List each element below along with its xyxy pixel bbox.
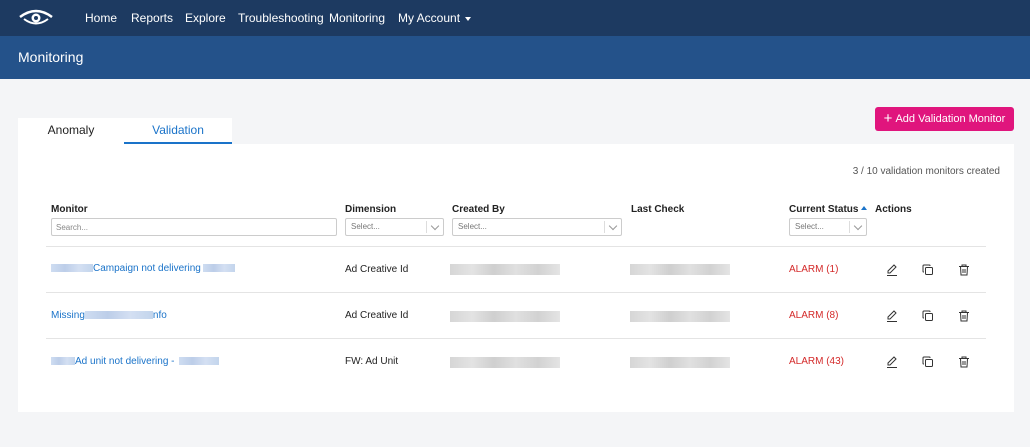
- column-header-current-status[interactable]: Current Status: [789, 204, 868, 215]
- select-separator: [604, 221, 605, 233]
- delete-icon[interactable]: [957, 355, 971, 369]
- column-header-last-check: Last Check: [631, 204, 685, 215]
- chevron-down-icon: [853, 221, 863, 231]
- dimension-select[interactable]: Select...: [345, 218, 444, 236]
- tab-anomaly[interactable]: Anomaly: [18, 118, 124, 144]
- monitor-link[interactable]: Ad unit not delivering -: [51, 356, 219, 367]
- nav-my-account-label: My Account: [398, 11, 461, 25]
- status-select-value: Select...: [795, 222, 824, 231]
- edit-icon[interactable]: [885, 263, 899, 277]
- nav-my-account[interactable]: My Account: [398, 0, 472, 36]
- select-separator: [849, 221, 850, 233]
- status-cell: ALARM (43): [789, 356, 845, 367]
- column-header-monitor: Monitor: [51, 204, 88, 215]
- sort-ascending-icon: [861, 206, 868, 210]
- redacted-text: [51, 264, 93, 273]
- redacted-text: [51, 357, 75, 366]
- status-cell: ALARM (1): [789, 264, 839, 275]
- add-validation-monitor-button[interactable]: + Add Validation Monitor: [875, 107, 1014, 131]
- row-divider: [46, 292, 986, 293]
- edit-icon[interactable]: [885, 309, 899, 323]
- copy-icon[interactable]: [921, 355, 935, 369]
- column-header-actions: Actions: [875, 204, 912, 215]
- nav-monitoring[interactable]: Monitoring: [329, 0, 385, 36]
- select-separator: [426, 221, 427, 233]
- redacted-text: [84, 311, 153, 320]
- monitor-count: 3 / 10 validation monitors created: [852, 166, 1000, 177]
- tab-validation[interactable]: Validation: [124, 118, 232, 144]
- edit-icon[interactable]: [885, 355, 899, 369]
- redacted-created-by: [450, 264, 560, 275]
- redacted-last-check: [630, 311, 730, 322]
- chevron-down-icon: [608, 221, 618, 231]
- nav-explore[interactable]: Explore: [185, 0, 226, 36]
- current-status-label: Current Status: [789, 204, 859, 215]
- copy-icon[interactable]: [921, 263, 935, 277]
- top-nav: Home Reports Explore Troubleshooting Mon…: [0, 0, 1030, 36]
- row-divider: [46, 338, 986, 339]
- chevron-down-icon: [465, 16, 472, 21]
- chevron-down-icon: [430, 221, 440, 231]
- nav-reports[interactable]: Reports: [131, 0, 173, 36]
- nav-home[interactable]: Home: [85, 0, 117, 36]
- nav-troubleshooting[interactable]: Troubleshooting: [238, 0, 324, 36]
- monitor-name: Campaign not delivering: [93, 263, 201, 274]
- created-by-select-value: Select...: [458, 222, 487, 231]
- redacted-created-by: [450, 357, 560, 368]
- monitor-link[interactable]: Campaign not delivering: [51, 263, 235, 274]
- row-divider: [46, 246, 986, 247]
- eye-logo-icon[interactable]: [18, 8, 54, 28]
- dimension-select-value: Select...: [351, 222, 380, 231]
- monitors-panel: 3 / 10 validation monitors created Monit…: [18, 144, 1014, 412]
- redacted-text: [202, 264, 235, 273]
- redacted-created-by: [450, 311, 560, 322]
- monitor-search-input[interactable]: [51, 218, 337, 236]
- delete-icon[interactable]: [957, 309, 971, 323]
- delete-icon[interactable]: [957, 263, 971, 277]
- created-by-select[interactable]: Select...: [452, 218, 622, 236]
- add-validation-monitor-label: Add Validation Monitor: [895, 113, 1006, 125]
- copy-icon[interactable]: [921, 309, 935, 323]
- status-select[interactable]: Select...: [789, 218, 867, 236]
- redacted-text: [178, 357, 219, 366]
- monitor-link[interactable]: Missing nfo: [51, 310, 167, 321]
- column-header-created-by: Created By: [452, 204, 505, 215]
- monitor-name-prefix: Missing: [51, 310, 85, 321]
- dimension-cell: FW: Ad Unit: [345, 356, 399, 367]
- page-title: Monitoring: [18, 49, 84, 65]
- column-header-dimension: Dimension: [345, 204, 397, 215]
- redacted-last-check: [630, 357, 730, 368]
- monitor-name-suffix: nfo: [152, 310, 167, 321]
- dimension-cell: Ad Creative Id: [345, 264, 409, 275]
- section-header: Monitoring: [0, 36, 1030, 79]
- monitor-name: Ad unit not delivering -: [75, 356, 175, 367]
- plus-icon: +: [883, 110, 893, 127]
- redacted-last-check: [630, 264, 730, 275]
- dimension-cell: Ad Creative Id: [345, 310, 409, 321]
- status-cell: ALARM (8): [789, 310, 839, 321]
